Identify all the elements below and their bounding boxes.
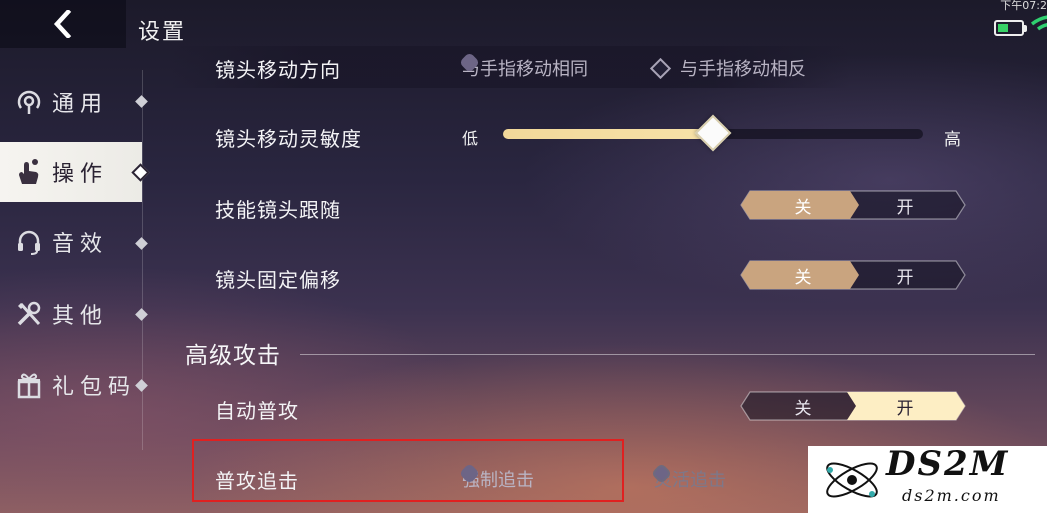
page-title: 设置: [138, 20, 187, 45]
toggle-on-label: 开: [896, 399, 914, 419]
slider-low-label: 低: [462, 129, 479, 148]
radio-diamond-icon: [649, 57, 672, 79]
slider-high-label: 高: [944, 130, 961, 150]
toggle-off-label: 关: [794, 198, 812, 218]
gift-icon: [14, 370, 44, 400]
section-title: 高级攻击: [185, 343, 281, 369]
auto-attack-toggle[interactable]: 关 开: [740, 391, 966, 421]
sidebar-item-operation[interactable]: 操作: [0, 142, 142, 202]
attack-chase-forced-option[interactable]: 强制追击: [458, 462, 534, 492]
touch-hand-icon: [14, 157, 44, 187]
slider-fill: [503, 129, 713, 139]
sidebar: 通用 操作 音效 其他 礼包码: [0, 70, 160, 513]
sidebar-item-label: 其他: [52, 304, 109, 329]
section-divider: [300, 354, 1035, 355]
sidebar-item-label: 礼包码: [52, 375, 137, 400]
sidebar-item-label: 通用: [52, 92, 109, 117]
toggle-on-label: 开: [896, 198, 914, 218]
sidebar-item-label: 音效: [52, 232, 109, 257]
slider-thumb[interactable]: [694, 114, 732, 152]
option-label: 与手指移动相反: [680, 59, 806, 80]
tools-icon: [14, 299, 44, 329]
sidebar-item-giftcode[interactable]: 礼包码: [0, 355, 142, 415]
auto-attack-label: 自动普攻: [215, 399, 299, 423]
camera-fixed-offset-toggle[interactable]: 关 开: [740, 260, 966, 290]
atom-logo-icon: [826, 462, 878, 498]
camera-sensitivity-label: 镜头移动灵敏度: [215, 127, 362, 151]
sidebar-item-label: 操作: [52, 162, 109, 187]
status-time: 下午07:2: [1000, 0, 1047, 12]
camera-direction-same-option[interactable]: 与手指移动相同: [458, 51, 588, 81]
sidebar-item-general[interactable]: 通用: [0, 72, 142, 132]
skill-camera-follow-label: 技能镜头跟随: [215, 198, 341, 222]
sensitivity-slider[interactable]: [503, 114, 923, 152]
camera-fixed-offset-label: 镜头固定偏移: [215, 268, 341, 292]
toggle-off-label: 关: [794, 268, 812, 288]
skill-camera-follow-toggle[interactable]: 关 开: [740, 190, 966, 220]
wifi-icon: [1030, 14, 1047, 40]
camera-direction-reverse-option[interactable]: 与手指移动相反: [649, 55, 806, 81]
sidebar-item-other[interactable]: 其他: [0, 284, 142, 344]
camera-direction-label: 镜头移动方向: [215, 58, 341, 82]
back-button[interactable]: [0, 0, 126, 48]
chevron-left-icon: [53, 10, 72, 38]
attack-chase-label: 普攻追击: [215, 469, 299, 493]
sidebar-item-sound[interactable]: 音效: [0, 212, 142, 272]
toggle-off-label: 关: [794, 399, 812, 419]
watermark: DS2M ds2m.com: [808, 444, 1047, 513]
battery-icon: [994, 20, 1027, 36]
watermark-url: ds2m.com: [902, 486, 1001, 505]
headset-icon: [14, 227, 44, 257]
option-label: 与手指移动相同: [462, 59, 588, 80]
watermark-brand: DS2M: [886, 444, 1010, 484]
radio-signal-icon: [14, 87, 44, 117]
attack-chase-flexible-option[interactable]: 灵活追击: [650, 462, 726, 492]
toggle-on-label: 开: [896, 268, 914, 288]
